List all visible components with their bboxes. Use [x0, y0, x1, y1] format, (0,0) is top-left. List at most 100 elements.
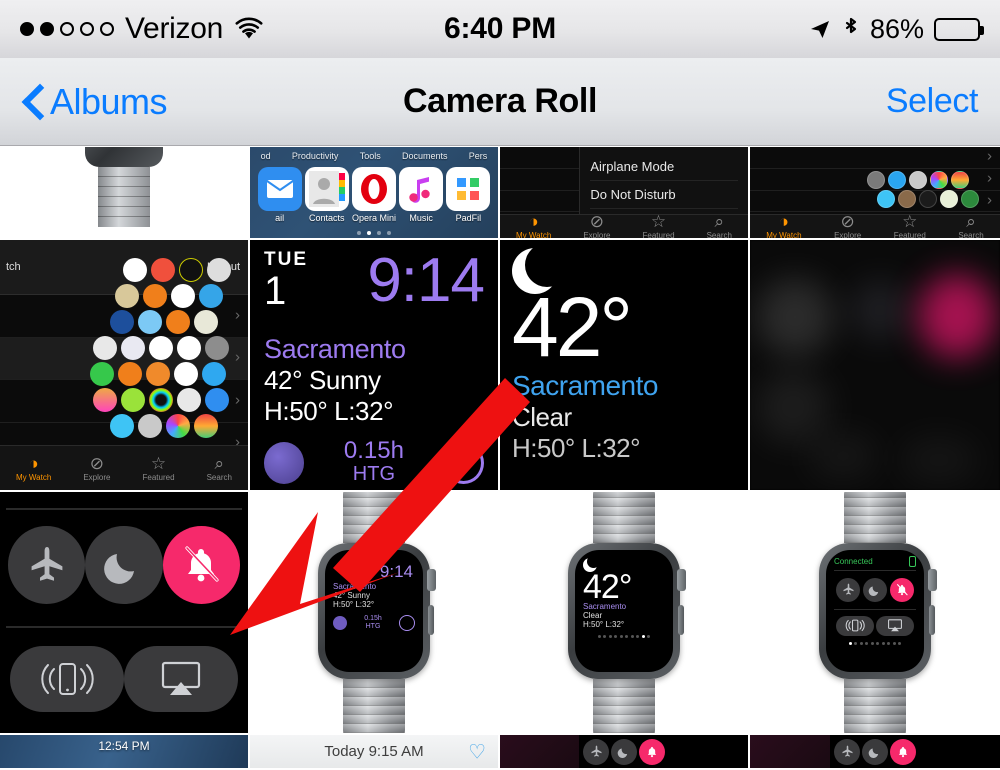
- mail-icon: [257, 167, 302, 211]
- activity-ring-complication-icon: 9: [443, 441, 484, 484]
- silent-mode-bell-icon: [162, 526, 240, 604]
- tab-my-watch: ◑ My Watch: [766, 213, 801, 238]
- tab-search: ⌕ Search: [207, 455, 232, 482]
- tab-label: Search: [706, 231, 732, 240]
- app-icon-safari: [198, 283, 223, 308]
- photo-thumbnail-lock-screen[interactable]: 12:54 PM: [0, 735, 250, 770]
- ping-iphone-icon: [836, 615, 874, 636]
- tab-search: ⌕ Search: [958, 213, 983, 238]
- app-icon-workout2: [120, 387, 145, 412]
- home-screen-page-dots: [250, 231, 498, 235]
- airplane-mode-icon: [583, 738, 610, 765]
- app-icon-clock: [173, 361, 198, 386]
- app-icon: [876, 190, 895, 209]
- folder-label-row: od Productivity Tools Documents Pers: [250, 147, 498, 161]
- ping-iphone-icon: [10, 646, 124, 712]
- app-icon: [206, 257, 231, 282]
- app-icon-photos2: [165, 413, 190, 438]
- watch-screen-condition: Clear: [583, 611, 603, 621]
- dark-panel: [500, 735, 580, 768]
- photo-thumbnail-weather-glance[interactable]: 42° Sacramento Clear H:50° L:32°: [500, 240, 750, 492]
- bluetooth-icon: [842, 16, 860, 42]
- tab-label: Explore: [83, 472, 111, 482]
- watch-screen-high-low: H:50° L:32°: [583, 620, 625, 630]
- app-icon-passbook: [170, 283, 195, 308]
- folder-label: Productivity: [291, 151, 339, 161]
- photo-thumbnail-blurred-control-center[interactable]: [750, 240, 1000, 492]
- star-icon: ☆: [902, 212, 918, 232]
- tab-label: Featured: [142, 472, 175, 482]
- photo-thumbnail-today-bar[interactable]: Today 9:15 AM ♡: [250, 735, 500, 770]
- photo-thumbnail-modular-watch-face[interactable]: TUE 1 9:14 Sacramento 42° Sunny H:50° L:…: [250, 240, 500, 492]
- app-icon-podcasts: [120, 335, 145, 360]
- home-screen-app: Contacts: [304, 167, 349, 223]
- tab-label: My Watch: [516, 231, 552, 240]
- photo-thumbnail-watch-product-weather[interactable]: 42° Sacramento Clear H:50° L:32°: [500, 492, 750, 735]
- tab-label: Featured: [642, 231, 675, 240]
- tab-featured: ☆ Featured: [642, 213, 675, 240]
- contacts-icon: [304, 167, 349, 211]
- heart-outline-icon[interactable]: ♡: [468, 739, 486, 764]
- music-icon: [399, 167, 444, 211]
- photo-thumbnail-control-center-strip-b[interactable]: [750, 735, 1000, 770]
- apple-watch-render: Connected: [815, 492, 937, 733]
- iphone-photos-screen: Verizon 6:40 PM 86% Albums Camera Roll S…: [0, 0, 1000, 770]
- app-icon-workout: [178, 257, 203, 282]
- tab-label: Featured: [893, 231, 926, 240]
- divider: [834, 569, 916, 571]
- app-icon-photos: [92, 387, 117, 412]
- app-label: Opera Mini: [351, 213, 396, 223]
- watch-page-dots: [834, 641, 916, 645]
- app-icon-alarm: [117, 361, 142, 386]
- watch-screen-complication: 0.15h HTG: [364, 615, 382, 630]
- airplay-icon: [124, 646, 238, 712]
- home-screen-app: Music: [399, 167, 444, 223]
- digital-crown: [928, 568, 937, 591]
- photo-thumbnail-control-center-strip-a[interactable]: [500, 735, 750, 770]
- battery-icon: [909, 555, 916, 567]
- airplane-mode-icon: [834, 738, 860, 765]
- photo-thumbnail-ios-home-screen[interactable]: od Productivity Tools Documents Pers ail: [250, 147, 500, 240]
- app-icon: [939, 190, 958, 209]
- connection-status-label: Connected: [834, 556, 873, 566]
- home-screen-app: ail: [257, 167, 302, 223]
- side-button: [428, 604, 434, 635]
- home-screen-app: PadFil: [446, 167, 491, 223]
- today-timestamp-label: Today 9:15 AM: [324, 743, 424, 760]
- photo-thumbnail-watch-app-honeycomb[interactable]: ◑ My Watch ⊘ Explore ☆ Featured ⌕: [750, 147, 1000, 240]
- tab-featured: ☆ Featured: [893, 212, 926, 240]
- folder-label: Documents: [401, 151, 448, 161]
- back-button-albums[interactable]: Albums: [22, 81, 168, 123]
- app-icon: [950, 171, 969, 190]
- photo-grid[interactable]: od Productivity Tools Documents Pers ail: [0, 147, 1000, 770]
- watch-face-city: Sacramento: [264, 334, 406, 364]
- explore-icon: ⊘: [589, 212, 605, 232]
- silent-mode-bell-icon: [890, 577, 914, 602]
- photo-thumbnail-watch-product-control-center[interactable]: Connected: [750, 492, 1000, 735]
- select-button[interactable]: Select: [886, 82, 979, 121]
- nav-left-label: tch: [6, 261, 21, 273]
- status-bar-left: Verizon: [20, 12, 264, 46]
- photo-thumbnail-watch-app-layout[interactable]: tch Layout: [0, 240, 250, 492]
- photo-thumbnail-watch-app-settings[interactable]: Airplane Mode Do Not Disturb ◑ My Watch …: [500, 147, 750, 240]
- dark-panel: [750, 735, 830, 768]
- tab-explore: ⊘ Explore: [834, 213, 861, 238]
- location-arrow-icon: [808, 17, 832, 41]
- app-label: Music: [409, 213, 433, 223]
- app-icon-stopwatch: [165, 309, 190, 334]
- folder-label: Tools: [359, 151, 381, 161]
- complication-value: 0.15h: [343, 437, 404, 464]
- photo-thumbnail-watch-white[interactable]: [0, 147, 250, 240]
- photo-thumbnail-watch-product-modular[interactable]: 9:14 Sacramento 42° Sunny H:50° L:32° 0.…: [250, 492, 500, 735]
- digital-crown: [677, 568, 686, 591]
- photo-thumbnail-watch-control-center[interactable]: [0, 492, 250, 735]
- folder-label: Pers: [468, 151, 488, 161]
- wifi-icon: [234, 17, 264, 41]
- app-icon-messages: [176, 387, 201, 412]
- app-icon: [193, 413, 218, 438]
- side-button: [929, 604, 935, 635]
- crescent-moon-icon: [512, 243, 569, 294]
- app-icon-mail: [201, 361, 226, 386]
- app-icon-news: [114, 283, 139, 308]
- status-bar-right: 86%: [808, 14, 984, 45]
